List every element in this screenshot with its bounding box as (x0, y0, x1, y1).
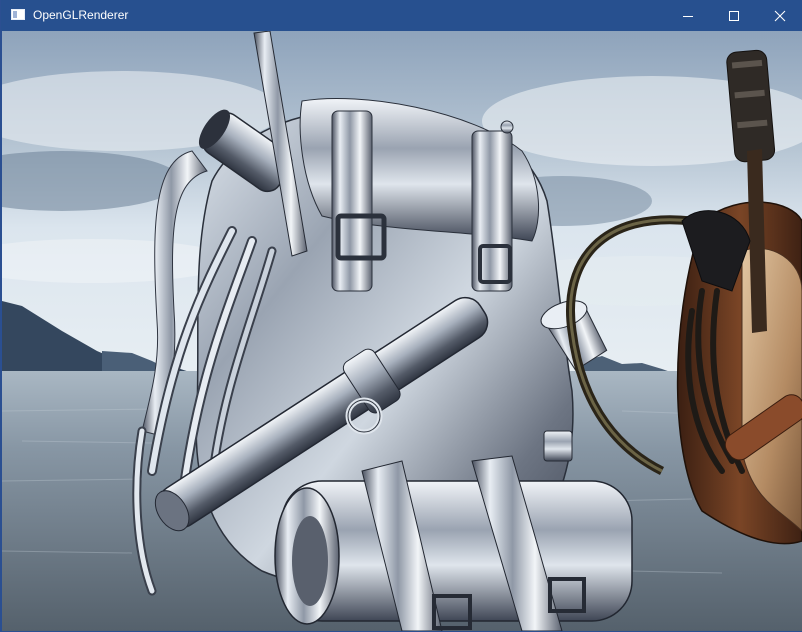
chrome-bedroll (274, 455, 633, 631)
app-window: OpenGLRenderer (0, 0, 802, 632)
maximize-icon (729, 10, 739, 21)
maximize-button[interactable] (711, 0, 757, 31)
minimize-button[interactable] (665, 0, 711, 31)
minimize-icon (683, 15, 693, 17)
render-viewport[interactable] (2, 31, 802, 631)
rendered-scene (2, 31, 802, 631)
window-title: OpenGLRenderer (33, 8, 129, 22)
close-icon (774, 10, 786, 21)
app-window-icon (11, 9, 25, 20)
close-button[interactable] (757, 0, 802, 31)
title-bar[interactable]: OpenGLRenderer (1, 0, 802, 31)
